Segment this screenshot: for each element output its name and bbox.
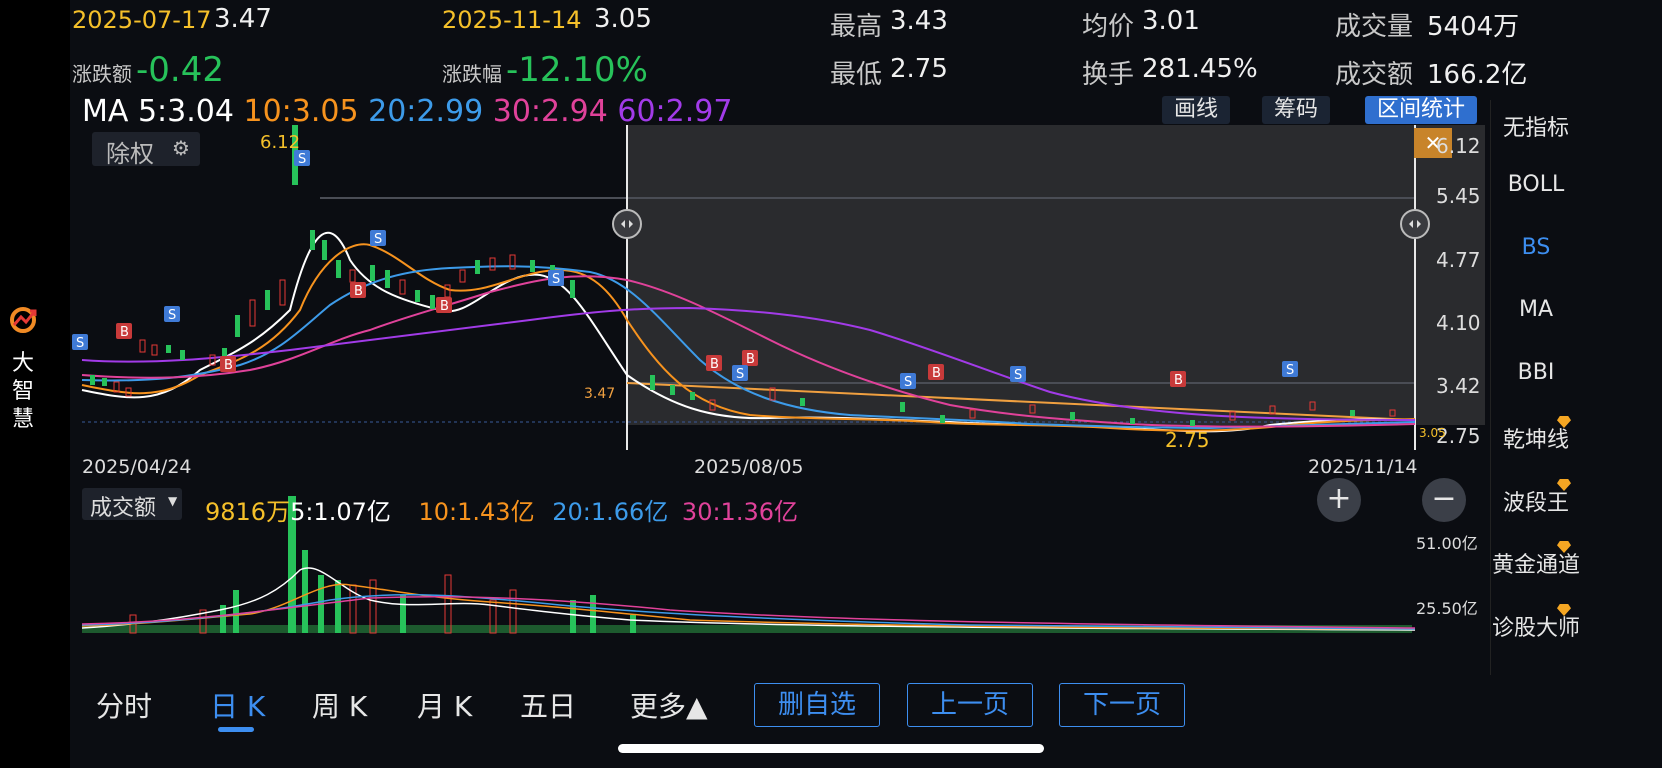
volume-value: 5404万	[1427, 12, 1520, 42]
vol-ma10: 10:1.43亿	[418, 498, 535, 526]
low-label: 最低	[830, 60, 883, 90]
svg-text:S: S	[1286, 363, 1294, 378]
y-tick: 6.12	[1436, 134, 1481, 158]
svg-text:B: B	[440, 299, 449, 314]
date-tick: 2025/04/24	[82, 456, 192, 478]
avg-value: 3.01	[1142, 6, 1200, 36]
vol-ma30: 30:1.36亿	[681, 498, 798, 526]
date-tick: 2025/08/05	[694, 456, 804, 478]
y-tick: 4.10	[1436, 311, 1481, 335]
amount-value: 166.2亿	[1427, 60, 1528, 90]
range-end-date: 2025-11-14	[442, 6, 582, 34]
indicator-boll[interactable]: BOLL	[1491, 172, 1581, 197]
next-page-button[interactable]: 下一页	[1059, 683, 1185, 727]
svg-text:B: B	[932, 366, 941, 381]
volume-current: 9816万	[205, 498, 291, 526]
svg-text:B: B	[746, 352, 755, 367]
turnover-value: 281.45%	[1142, 54, 1258, 84]
home-indicator[interactable]	[618, 744, 1044, 753]
y-tick: 5.45	[1436, 184, 1481, 208]
svg-text:S: S	[904, 375, 912, 390]
tab-five-day[interactable]: 五日	[520, 685, 576, 725]
svg-text:S: S	[374, 232, 382, 247]
indicator-boduanwang[interactable]: 波段王	[1491, 485, 1581, 517]
tab-daily-k[interactable]: 日 K	[210, 685, 265, 725]
tab-intraday[interactable]: 分时	[96, 685, 152, 725]
svg-text:B: B	[710, 357, 719, 372]
indicator-qiankun[interactable]: 乾坤线	[1491, 422, 1581, 454]
max-price-label: 6.12	[260, 132, 301, 153]
range-start-date: 2025-07-17	[72, 6, 212, 34]
zoom-in-button[interactable]: +	[1317, 478, 1361, 522]
range-start-mark: 3.47	[584, 386, 616, 402]
svg-text:B: B	[224, 358, 233, 373]
app-brand-bar: 大 智 慧	[0, 0, 70, 768]
change-value: -0.42	[136, 50, 224, 90]
volume-indicator-select[interactable]: 成交额 ▼	[82, 488, 182, 521]
svg-text:S: S	[298, 152, 306, 167]
app-logo-icon	[10, 307, 37, 333]
range-end-handle[interactable]	[1400, 209, 1430, 239]
change-label: 涨跌额	[72, 62, 132, 86]
adjust-toggle[interactable]: 除权 ⚙	[92, 132, 200, 168]
range-start-handle[interactable]	[612, 209, 642, 239]
turnover-label: 换手	[1082, 60, 1135, 90]
svg-text:B: B	[1174, 373, 1183, 388]
svg-text:S: S	[1014, 368, 1022, 383]
volume-label: 成交量	[1335, 12, 1414, 42]
indicator-golden-channel[interactable]: 黄金通道	[1491, 547, 1581, 579]
min-price-label: 2.75	[1165, 428, 1210, 452]
prev-page-button[interactable]: 上一页	[907, 683, 1033, 727]
vol-ma20: 20:1.66亿	[552, 498, 669, 526]
vol-ma10-curve	[81, 583, 1416, 630]
range-selection-shade	[627, 125, 1485, 425]
volume-legend: 9816万5:1.07亿 10:1.43亿 20:1.66亿 30:1.36亿	[205, 492, 798, 527]
indicator-bbi[interactable]: BBI	[1491, 360, 1581, 385]
remove-watchlist-button[interactable]: 删自选	[754, 683, 880, 727]
change-pct-label: 涨跌幅	[442, 62, 502, 86]
tab-more[interactable]: 更多▲	[630, 685, 708, 725]
tab-weekly-k[interactable]: 周 K	[312, 685, 367, 725]
range-end-price: 3.05	[594, 4, 652, 34]
indicator-stock-master[interactable]: 诊股大师	[1491, 610, 1581, 642]
vol-ma5-curve	[81, 567, 1416, 631]
svg-text:S: S	[552, 272, 560, 287]
vol-ma5: 5:1.07亿	[290, 498, 391, 526]
low-value: 2.75	[890, 54, 948, 84]
kline-chart: S B S B S S B B S B B S S B S B S	[72, 125, 1485, 634]
svg-text:B: B	[120, 325, 129, 340]
indicator-ma[interactable]: MA	[1491, 297, 1581, 322]
high-label: 最高	[830, 12, 883, 42]
active-tab-indicator	[218, 727, 254, 732]
svg-text:S: S	[736, 367, 744, 382]
svg-text:B: B	[354, 284, 363, 299]
adjust-label: 除权	[106, 140, 154, 168]
svg-text:S: S	[168, 308, 176, 323]
high-value: 3.43	[890, 6, 948, 36]
change-pct-value: -12.10%	[506, 50, 648, 90]
y-tick: 3.42	[1436, 374, 1481, 398]
amount-label: 成交额	[1335, 60, 1414, 90]
date-tick: 2025/11/14	[1308, 456, 1418, 478]
zoom-out-button[interactable]: −	[1422, 478, 1466, 522]
range-start-price: 3.47	[214, 4, 272, 34]
vol-tick: 51.00亿	[1416, 534, 1478, 553]
indicator-menu: 无指标 BOLL BS MA BBI 乾坤线 波段王 黄金通道 诊股大师	[1490, 100, 1581, 675]
y-tick: 4.77	[1436, 248, 1481, 272]
app-name-char: 慧	[12, 407, 35, 432]
gear-icon[interactable]: ⚙	[172, 136, 190, 160]
vol-tick: 25.50亿	[1416, 599, 1478, 618]
volume-indicator-label: 成交额	[90, 496, 157, 521]
indicator-bs[interactable]: BS	[1491, 235, 1581, 260]
svg-text:S: S	[76, 336, 84, 351]
avg-label: 均价	[1082, 12, 1135, 42]
current-price-tag: 3.05	[1419, 426, 1446, 440]
tab-monthly-k[interactable]: 月 K	[417, 685, 472, 725]
dropdown-icon: ▼	[168, 494, 178, 508]
indicator-none[interactable]: 无指标	[1491, 110, 1581, 142]
